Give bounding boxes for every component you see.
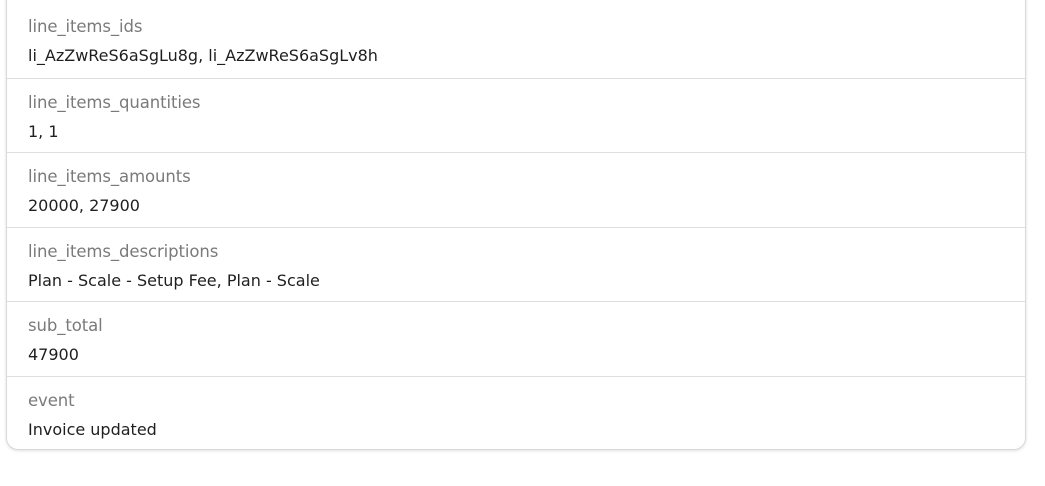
field-line-items-quantities: line_items_quantities 1, 1 <box>7 78 1025 152</box>
field-value: 1, 1 <box>28 122 59 141</box>
field-value: Invoice updated <box>28 419 157 439</box>
field-label: line_items_quantities <box>28 93 201 112</box>
event-details-card: line_items_ids li_AzZwReS6aSgLu8g, li_Az… <box>6 0 1026 450</box>
field-label: sub_total <box>28 316 103 336</box>
field-label: line_items_descriptions <box>28 241 219 261</box>
field-label: line_items_amounts <box>28 167 191 187</box>
field-label: line_items_ids <box>28 17 143 36</box>
field-line-items-amounts: line_items_amounts 20000, 27900 <box>7 152 1025 226</box>
field-value: 47900 <box>28 345 79 365</box>
field-sub-total: sub_total 47900 <box>7 301 1025 375</box>
field-event: event Invoice updated <box>7 375 1025 449</box>
field-label: event <box>28 390 75 410</box>
field-value: 20000, 27900 <box>28 196 140 216</box>
field-value: Plan - Scale - Setup Fee, Plan - Scale <box>28 270 320 290</box>
field-line-items-descriptions: line_items_descriptions Plan - Scale - S… <box>7 226 1025 301</box>
field-line-items-ids: line_items_ids li_AzZwReS6aSgLu8g, li_Az… <box>7 0 1025 78</box>
field-value: li_AzZwReS6aSgLu8g, li_AzZwReS6aSgLv8h <box>28 46 378 65</box>
